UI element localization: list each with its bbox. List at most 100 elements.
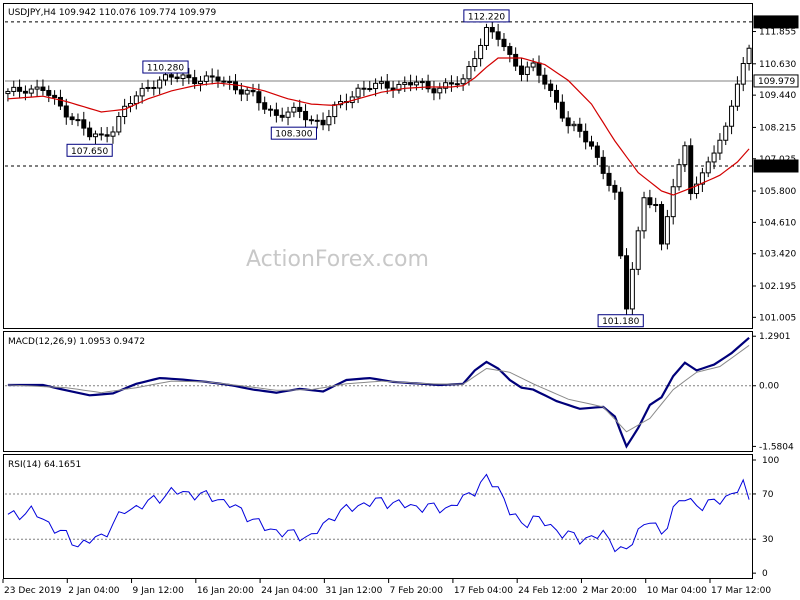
candle-body: [431, 88, 437, 94]
candle-body: [104, 134, 110, 137]
price-tick-label: 101.005: [759, 313, 796, 323]
candle-body: [221, 80, 227, 83]
candle-body: [198, 80, 204, 85]
candle-body: [262, 102, 268, 110]
candle-body: [542, 74, 548, 85]
candle-body: [553, 89, 559, 103]
price-annotation: 108.300: [270, 126, 317, 140]
candle-body: [28, 88, 34, 94]
candle-body: [670, 186, 676, 218]
x-tick-label: 10 Mar 04:00: [647, 586, 707, 596]
rsi-tick-label: 30: [762, 535, 774, 545]
candle-body: [69, 116, 75, 121]
watermark-text: ActionForex.com: [246, 247, 429, 272]
candle-body: [373, 82, 379, 90]
candle-body: [209, 75, 215, 78]
rsi-tick-label: 70: [762, 490, 774, 500]
candle-body: [653, 203, 659, 206]
candle-body: [606, 172, 612, 186]
candle-body: [448, 82, 454, 85]
candle-body: [81, 119, 87, 129]
price-level-tag-label: 112.220: [758, 18, 795, 28]
candle-body: [618, 191, 624, 257]
candle-body: [92, 133, 98, 138]
macd-tick-label: 1.2901: [759, 332, 791, 342]
candle-body: [314, 119, 320, 122]
candle-body: [419, 81, 425, 84]
candle-body: [186, 74, 192, 79]
candle-body: [116, 116, 122, 133]
candle-body: [227, 80, 233, 83]
candle-body: [139, 87, 145, 97]
candle-body: [279, 114, 285, 118]
candle-body: [676, 164, 682, 188]
price-tick-label: 110.630: [759, 60, 796, 70]
price-annotation: 107.650: [66, 143, 113, 157]
x-tick-label: 17 Mar 12:00: [711, 586, 771, 596]
chart-canvas: ActionForex.com USDJPY,H4 109.942 110.07…: [0, 0, 800, 600]
price-tick-label: 103.420: [759, 250, 796, 260]
candle-body: [180, 74, 186, 80]
x-tick-label: 2 Jan 04:00: [68, 586, 120, 596]
candle-body: [303, 110, 309, 121]
candle-body: [734, 83, 740, 107]
macd-tick-label: 0.00: [759, 382, 779, 392]
candle-body: [478, 44, 484, 60]
candle-body: [75, 119, 81, 122]
candle-body: [233, 81, 239, 91]
candle-body: [22, 90, 28, 94]
candle-body: [641, 197, 647, 232]
candle-body: [501, 38, 507, 48]
candle-body: [536, 62, 542, 76]
candle-body: [378, 81, 384, 84]
price-tick-label: 102.195: [759, 282, 796, 292]
candle-body: [238, 89, 244, 95]
price-level-tag-label: 106.750: [758, 162, 795, 172]
candle-body: [87, 127, 93, 138]
candle-body: [530, 62, 536, 68]
candle-body: [711, 152, 717, 163]
candle-body: [524, 66, 530, 75]
annotation-label: 108.300: [275, 130, 312, 140]
candle-body: [513, 53, 519, 67]
candle-body: [717, 139, 723, 154]
candle-body: [548, 83, 554, 91]
candle-body: [583, 130, 589, 143]
candle-body: [740, 62, 746, 85]
candle-body: [308, 119, 314, 122]
candle-body: [635, 230, 641, 270]
candle-body: [454, 83, 460, 86]
candle-body: [11, 86, 17, 92]
candle-body: [57, 96, 63, 107]
candle-body: [577, 123, 583, 132]
candle-body: [600, 156, 606, 174]
candle-body: [682, 145, 688, 166]
candle-body: [589, 141, 595, 147]
candle-body: [285, 111, 291, 118]
candle-body: [122, 105, 128, 118]
candle-body: [326, 116, 332, 126]
candle-body: [664, 216, 670, 245]
candle-body: [384, 81, 390, 89]
candle-body: [437, 87, 443, 94]
x-tick-label: 23 Dec 2019: [4, 586, 62, 596]
candle-body: [273, 109, 279, 116]
price-tick-label: 105.800: [759, 187, 796, 197]
candle-body: [746, 47, 752, 64]
x-tick-label: 31 Jan 12:00: [325, 586, 382, 596]
candle-body: [268, 108, 274, 111]
price-annotation: 112.220: [463, 9, 510, 23]
candle-body: [145, 86, 151, 89]
candle-body: [472, 58, 478, 67]
candle-body: [367, 88, 373, 91]
x-tick-label: 9 Jan 12:00: [133, 586, 185, 596]
candle-body: [203, 75, 209, 82]
candle-body: [320, 119, 326, 126]
macd-tick-label: -1.5804: [759, 442, 794, 452]
x-tick-label: 16 Jan 20:00: [197, 586, 254, 596]
candle-body: [17, 86, 23, 92]
candle-body: [244, 89, 250, 95]
price-annotation: 110.280: [142, 60, 189, 74]
candle-body: [174, 76, 180, 80]
candle-body: [729, 105, 735, 127]
